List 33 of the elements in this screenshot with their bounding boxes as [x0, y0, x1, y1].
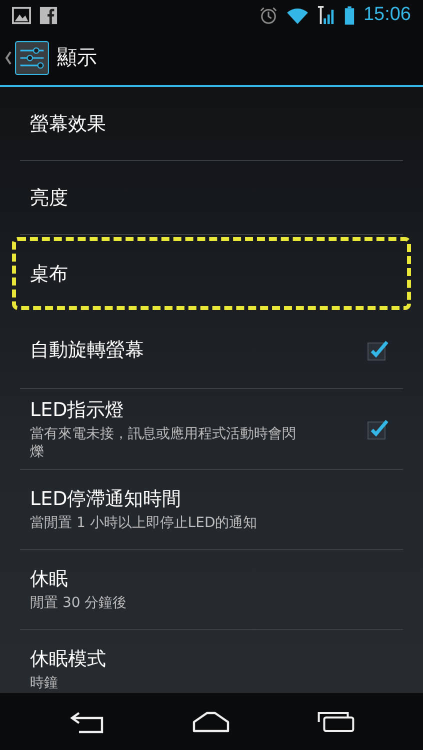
checkbox[interactable]	[367, 418, 389, 440]
setting-row[interactable]: LED停滯通知時間 當閒置 1 小時以上即停止LED的通知	[20, 470, 403, 550]
signal-icon	[317, 6, 336, 24]
picture-notification-icon	[12, 6, 31, 24]
clock-time: 15:06	[363, 4, 411, 26]
setting-row[interactable]: 自動旋轉螢幕	[20, 312, 403, 389]
setting-summary: 閒置 30 分鐘後	[30, 595, 128, 613]
screen-title: 顯示	[57, 44, 97, 71]
setting-title: 亮度	[30, 186, 69, 210]
facebook-icon	[39, 6, 58, 24]
setting-title: 自動旋轉螢幕	[30, 338, 145, 363]
setting-summary: 時鐘	[30, 675, 59, 693]
checkbox[interactable]	[367, 339, 389, 361]
setting-summary: 當有來電未接，訊息或應用程式活動時會閃爍	[30, 426, 297, 461]
setting-summary: 當閒置 1 小時以上即停止LED的通知	[30, 515, 258, 533]
recent-apps-icon[interactable]	[316, 710, 355, 734]
battery-icon	[344, 6, 356, 24]
alarm-icon	[259, 6, 278, 24]
setting-title: 桌布	[30, 262, 69, 286]
highlighted-setting-row[interactable]: 桌布	[12, 237, 411, 310]
setting-title: 休眠模式	[30, 647, 107, 672]
setting-title: 休眠	[30, 567, 69, 592]
sliders-icon	[15, 40, 49, 74]
setting-title: LED停滯通知時間	[30, 487, 182, 512]
caret-icon	[5, 50, 12, 64]
setting-title: 螢幕效果	[30, 112, 107, 136]
setting-title: LED指示燈	[30, 398, 126, 423]
setting-row[interactable]: LED指示燈 當有來電未接，訊息或應用程式活動時會閃爍	[20, 389, 403, 470]
wifi-icon	[286, 6, 310, 24]
setting-row[interactable]: 亮度	[20, 161, 403, 235]
setting-row[interactable]: 休眠 閒置 30 分鐘後	[20, 550, 403, 630]
setting-row[interactable]: 螢幕效果	[20, 87, 403, 161]
home-icon[interactable]	[192, 710, 230, 734]
